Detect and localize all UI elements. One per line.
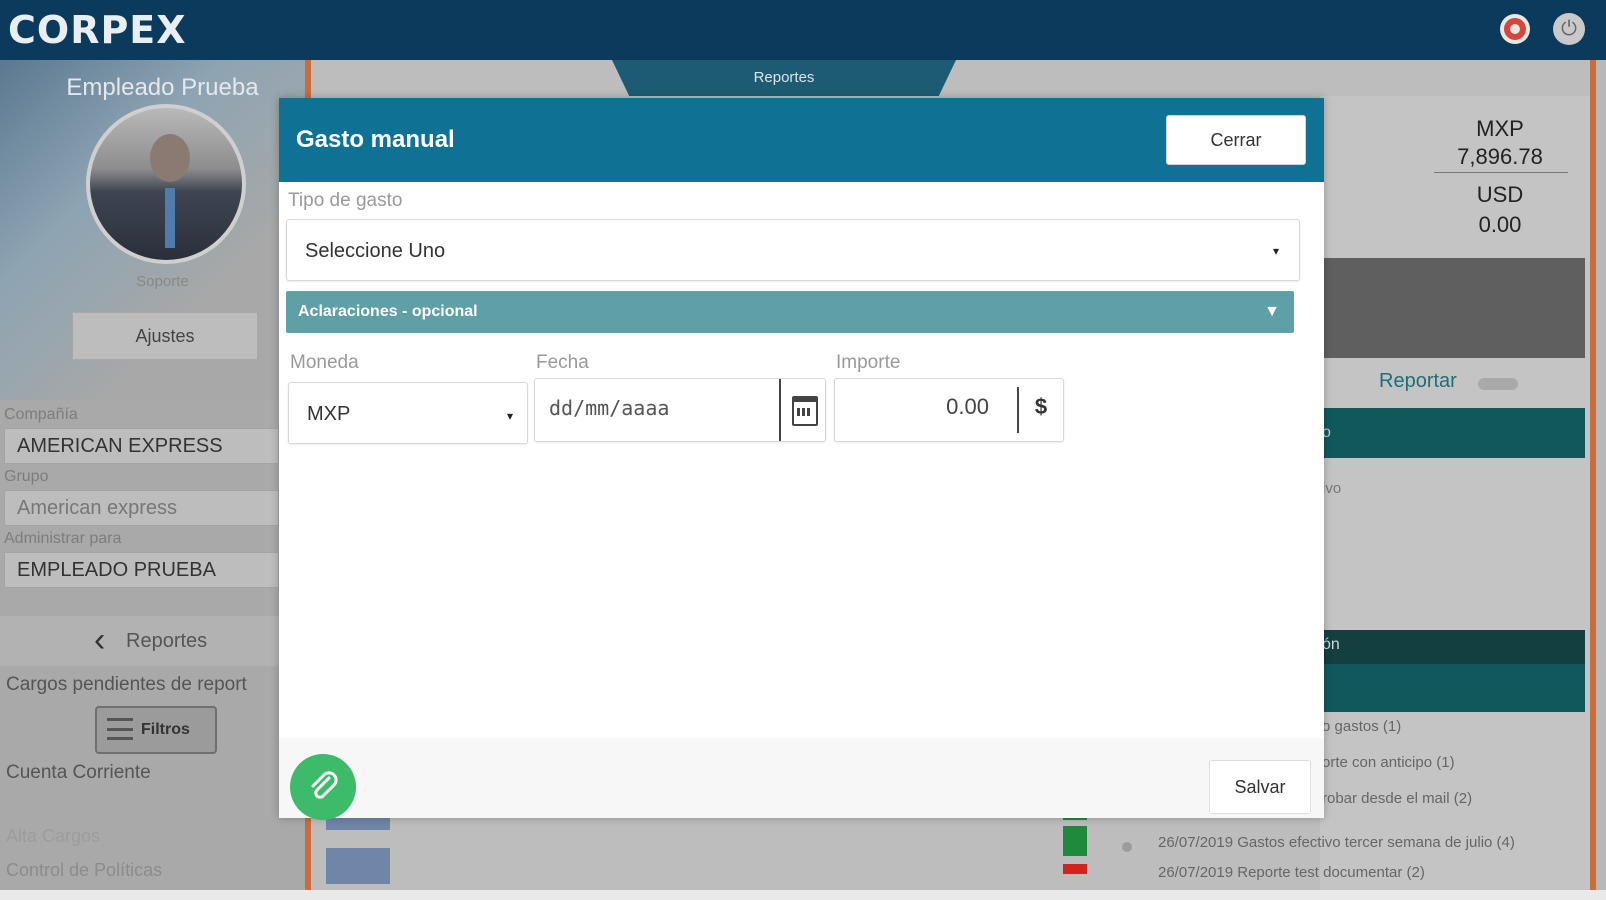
history-item[interactable]: 26/07/2019 Reporte test documentar (2) bbox=[1158, 864, 1425, 881]
date-label: Fecha bbox=[536, 352, 589, 373]
avatar[interactable] bbox=[86, 104, 246, 264]
chevron-down-icon: ▾ bbox=[1272, 244, 1279, 258]
reportar-link[interactable]: Reportar bbox=[1379, 370, 1457, 393]
nav-back-label: Reportes bbox=[126, 630, 208, 652]
filters-label: Filtros bbox=[141, 721, 190, 738]
currency-value: MXP bbox=[307, 403, 351, 425]
sidebar: Empleado Prueba Soporte Ajustes Compañía… bbox=[0, 60, 305, 900]
filters-button[interactable]: Filtros bbox=[95, 706, 217, 754]
group-label: Grupo bbox=[4, 468, 49, 485]
control-link[interactable]: Control de Políticas bbox=[6, 860, 162, 881]
company-field[interactable]: AMERICAN EXPRESS bbox=[4, 428, 279, 464]
alta-cargos-link[interactable]: Alta Cargos bbox=[6, 826, 100, 847]
amount-value: 0.00 bbox=[946, 394, 989, 419]
power-icon[interactable]: ⏻ bbox=[1553, 13, 1585, 45]
history-bullet bbox=[1122, 842, 1132, 852]
currency-divider bbox=[1434, 172, 1568, 173]
dialog-header: Gasto manual Cerrar bbox=[279, 98, 1324, 182]
app-logo: CORPEX bbox=[8, 8, 187, 52]
paperclip-icon bbox=[311, 771, 338, 799]
date-input[interactable]: dd/mm/aaaa bbox=[534, 378, 826, 442]
history-header bbox=[1320, 630, 1585, 664]
right-orange-accent bbox=[1590, 60, 1596, 890]
avatar-face bbox=[150, 134, 190, 182]
pending-charges-label[interactable]: Cargos pendientes de report bbox=[6, 674, 247, 696]
user-name: Empleado Prueba bbox=[66, 74, 259, 101]
sidebar-profile-header: Empleado Prueba Soporte Ajustes bbox=[0, 60, 305, 400]
expense-type-label: Tipo de gasto bbox=[288, 190, 403, 211]
history-header-text: ón bbox=[1322, 636, 1340, 653]
save-button[interactable]: Salvar bbox=[1209, 760, 1311, 814]
history-item[interactable]: 26/07/2019 Gastos efectivo tercer semana… bbox=[1158, 834, 1515, 851]
dark-panel bbox=[1320, 258, 1585, 358]
caret-down-icon: ▼ bbox=[1264, 303, 1280, 320]
close-button[interactable]: Cerrar bbox=[1166, 115, 1306, 165]
teal-action-bar[interactable] bbox=[1320, 408, 1585, 458]
top-bar: CORPEX ⏻ bbox=[0, 0, 1606, 60]
chevron-left-icon: ‹ bbox=[94, 621, 106, 659]
history-item[interactable]: o gastos (1) bbox=[1322, 718, 1401, 735]
avatar-tie bbox=[165, 188, 175, 248]
status-red-mark bbox=[1063, 864, 1087, 874]
settings-button[interactable]: Ajustes bbox=[72, 312, 258, 360]
clarifications-toggle[interactable]: Aclaraciones - opcional ▼ bbox=[286, 291, 1294, 333]
date-placeholder: dd/mm/aaaa bbox=[549, 396, 670, 420]
amount-label: Importe bbox=[836, 352, 901, 373]
dollar-sign-icon: $ bbox=[1017, 387, 1063, 433]
current-account-label[interactable]: Cuenta Corriente bbox=[6, 762, 151, 784]
currency-label: Moneda bbox=[290, 352, 359, 373]
expense-type-value: Seleccione Uno bbox=[305, 240, 446, 262]
arrow-right-icon bbox=[1478, 378, 1518, 390]
calendar-icon[interactable] bbox=[779, 379, 825, 441]
currency-select[interactable]: MXP ▾ bbox=[288, 382, 528, 444]
admin-field[interactable]: EMPLEADO PRUEBA bbox=[4, 552, 279, 588]
company-label: Compañía bbox=[4, 406, 78, 423]
user-role: Soporte bbox=[136, 273, 189, 290]
amount-input[interactable]: 0.00 $ bbox=[834, 378, 1064, 442]
currency-mxp-code: MXP bbox=[1476, 116, 1524, 141]
currency-usd-amount: 0.00 bbox=[1478, 212, 1522, 237]
group-field[interactable]: American express bbox=[4, 490, 279, 526]
history-item[interactable]: orte con anticipo (1) bbox=[1322, 754, 1455, 771]
nav-back-reportes[interactable]: ‹ Reportes bbox=[0, 616, 290, 666]
currency-mxp-amount: 7,896.78 bbox=[1457, 144, 1543, 169]
status-green-block bbox=[1063, 826, 1087, 856]
chevron-down-icon: ▾ bbox=[506, 409, 513, 423]
filter-sliders-icon bbox=[107, 718, 133, 740]
expense-type-select[interactable]: Seleccione Uno ▾ bbox=[286, 219, 1300, 281]
dialog-title: Gasto manual bbox=[296, 126, 455, 153]
dim-text: ivo bbox=[1322, 480, 1342, 497]
dialog-footer: Salvar bbox=[279, 738, 1324, 820]
clarifications-label: Aclaraciones - opcional bbox=[298, 303, 478, 320]
teal-bar-secondary bbox=[1320, 664, 1585, 712]
history-item[interactable]: robar desde el mail (2) bbox=[1322, 790, 1472, 807]
attach-button[interactable] bbox=[290, 754, 356, 820]
admin-label: Administrar para bbox=[4, 530, 122, 547]
currency-usd-code: USD bbox=[1476, 182, 1524, 207]
bottom-strip bbox=[0, 890, 1606, 900]
tab-reportes[interactable]: Reportes bbox=[612, 60, 956, 96]
manual-expense-dialog: Gasto manual Cerrar Tipo de gasto Selecc… bbox=[279, 98, 1324, 820]
list-thumb bbox=[326, 848, 390, 884]
lifebuoy-icon[interactable] bbox=[1500, 14, 1530, 44]
